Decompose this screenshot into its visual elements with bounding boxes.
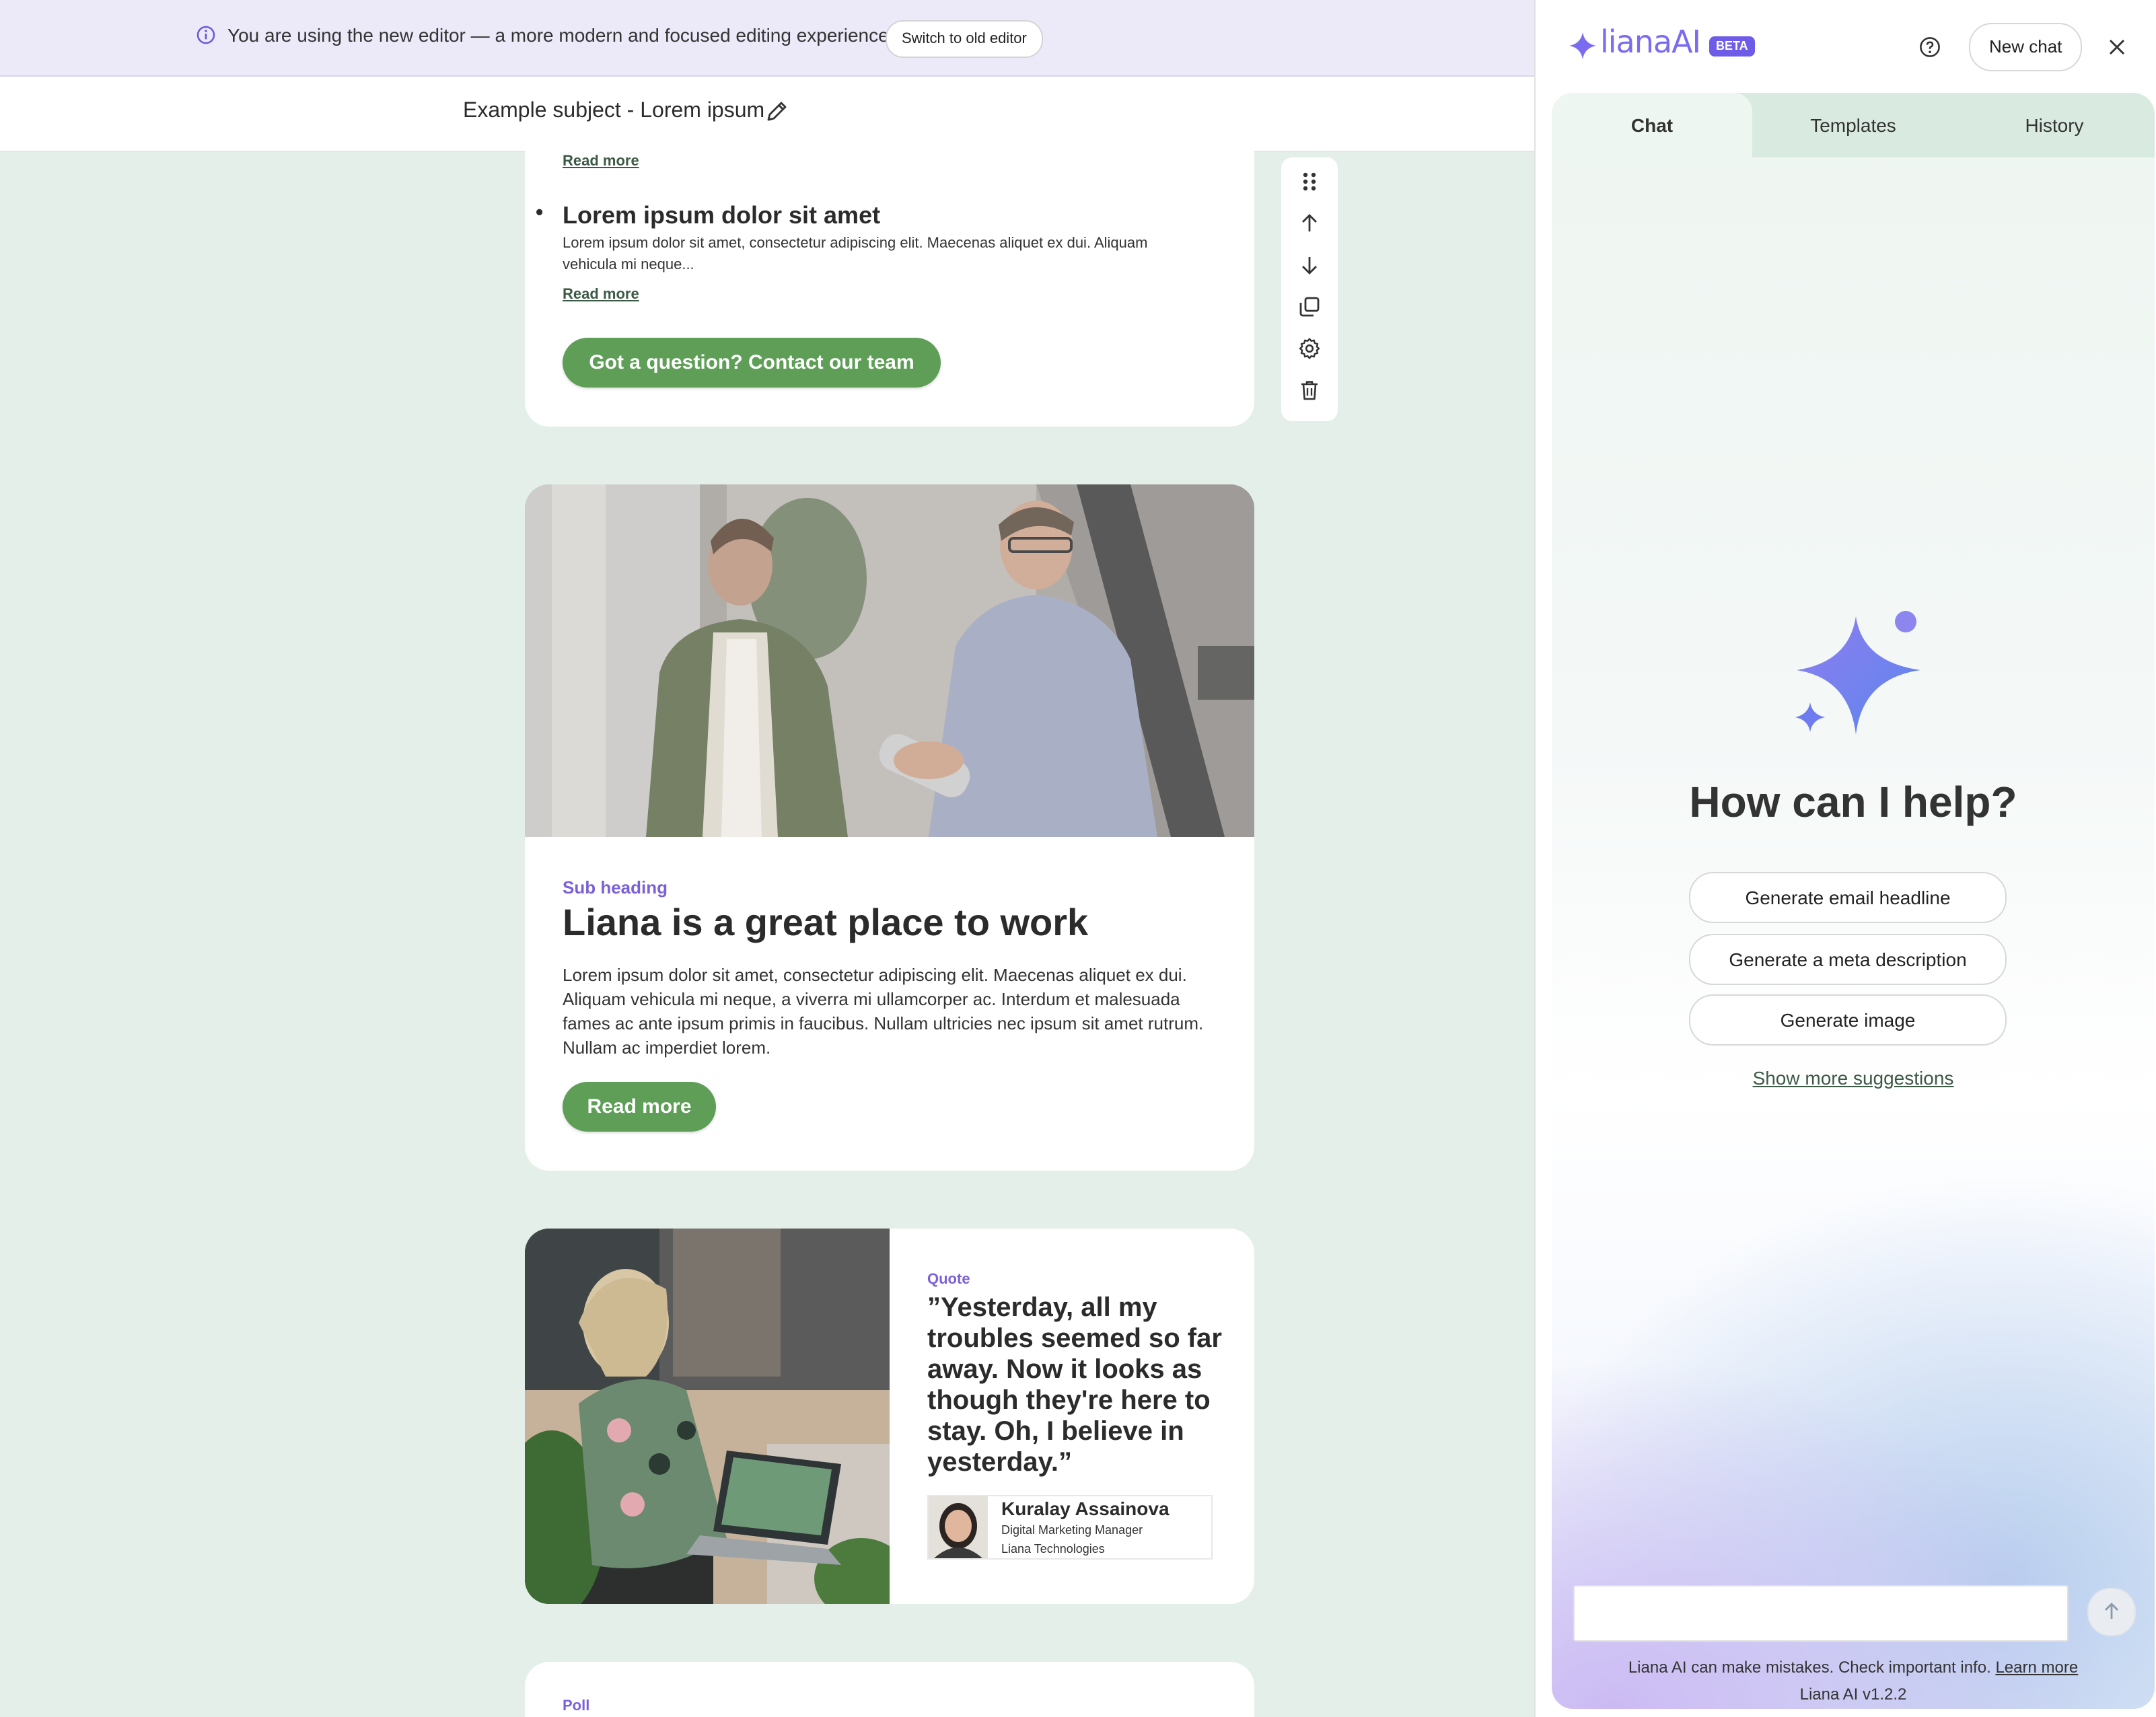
poll-label: Poll <box>563 1698 590 1714</box>
contact-team-button[interactable]: Got a question? Contact our team <box>563 338 941 388</box>
list-item-title: Lorem ipsum dolor sit amet <box>536 202 880 230</box>
new-chat-button[interactable]: New chat <box>1969 23 2083 71</box>
quote-author: Kuralay Assainova Digital Marketing Mana… <box>927 1495 1213 1560</box>
quote-text: ”Yesterday, all my troubles seemed so fa… <box>927 1293 1222 1477</box>
settings-icon[interactable] <box>1297 336 1322 361</box>
content-block-article[interactable]: Sub heading Liana is a great place to wo… <box>525 484 1254 1171</box>
edit-subject-pencil-icon[interactable] <box>764 100 789 124</box>
banner-message: You are using the new editor — a more mo… <box>227 24 894 46</box>
tab-templates[interactable]: Templates <box>1752 93 1954 157</box>
arrow-up-send-icon <box>2105 1603 2118 1619</box>
author-company: Liana Technologies <box>1001 1542 1105 1556</box>
switch-to-old-editor-button[interactable]: Switch to old editor <box>886 20 1043 58</box>
arrow-down-icon[interactable] <box>1297 253 1322 277</box>
author-name: Kuralay Assainova <box>1001 1498 1170 1519</box>
tab-history[interactable]: History <box>1954 93 2155 157</box>
trash-icon[interactable] <box>1297 378 1322 402</box>
chat-input[interactable] <box>1573 1585 2069 1642</box>
email-subject[interactable]: Example subject - Lorem ipsum <box>463 100 764 124</box>
panel-tabs: Chat Templates History <box>1552 93 2155 157</box>
send-button[interactable] <box>2087 1588 2136 1636</box>
arrow-up-icon[interactable] <box>1297 211 1322 235</box>
author-avatar <box>929 1496 988 1558</box>
tab-chat[interactable]: Chat <box>1552 93 1752 157</box>
chat-area: Chat Templates History How can I help? G… <box>1552 93 2155 1709</box>
new-editor-banner: You are using the new editor — a more mo… <box>0 0 1534 77</box>
beta-badge: BETA <box>1709 36 1755 57</box>
content-block-list[interactable]: Read more Lorem ipsum dolor sit amet Lor… <box>525 129 1254 427</box>
read-more-button[interactable]: Read more <box>563 1082 716 1132</box>
ai-disclaimer: Liana AI can make mistakes. Check import… <box>1552 1658 2155 1677</box>
quote-label: Quote <box>927 1272 970 1288</box>
close-icon[interactable] <box>2106 36 2128 58</box>
office-photo <box>525 484 1254 837</box>
suggestion-meta-description[interactable]: Generate a meta description <box>1689 934 2007 985</box>
suggestion-generate-image[interactable]: Generate image <box>1689 994 2007 1046</box>
liana-ai-panel: lianaAI BETA New chat Chat Templates His… <box>1534 0 2156 1717</box>
woman-with-laptop-photo <box>525 1229 890 1604</box>
block-toolbar <box>1281 157 1338 421</box>
read-more-link[interactable]: Read more <box>563 153 639 170</box>
list-item-body: Lorem ipsum dolor sit amet, consectetur … <box>563 235 1148 273</box>
sub-heading: Sub heading <box>563 877 668 898</box>
liana-ai-logo: lianaAI <box>1600 26 1701 61</box>
article-paragraph: Lorem ipsum dolor sit amet, consectetur … <box>563 965 1204 1058</box>
disclaimer-text: Liana AI can make mistakes. Check import… <box>1628 1658 1991 1677</box>
greeting-heading: How can I help? <box>1689 778 2017 826</box>
read-more-link[interactable]: Read more <box>563 287 639 303</box>
suggestion-email-headline[interactable]: Generate email headline <box>1689 872 2007 923</box>
article-heading: Liana is a great place to work <box>563 902 1089 943</box>
duplicate-icon[interactable] <box>1297 295 1322 319</box>
author-role: Digital Marketing Manager <box>1001 1523 1143 1537</box>
content-block-poll[interactable]: Poll <box>525 1662 1254 1717</box>
liana-ai-logo-icon <box>1569 32 1596 59</box>
learn-more-link[interactable]: Learn more <box>1995 1658 2078 1677</box>
content-block-quote[interactable]: Quote ”Yesterday, all my troubles seemed… <box>525 1229 1254 1604</box>
help-icon[interactable] <box>1919 36 1941 58</box>
drag-handle-icon[interactable] <box>1297 170 1322 194</box>
sparkle-icon <box>1795 611 1920 735</box>
ai-version: Liana AI v1.2.2 <box>1799 1685 1907 1704</box>
show-more-suggestions-link[interactable]: Show more suggestions <box>1552 1067 2155 1089</box>
info-icon <box>196 26 215 44</box>
